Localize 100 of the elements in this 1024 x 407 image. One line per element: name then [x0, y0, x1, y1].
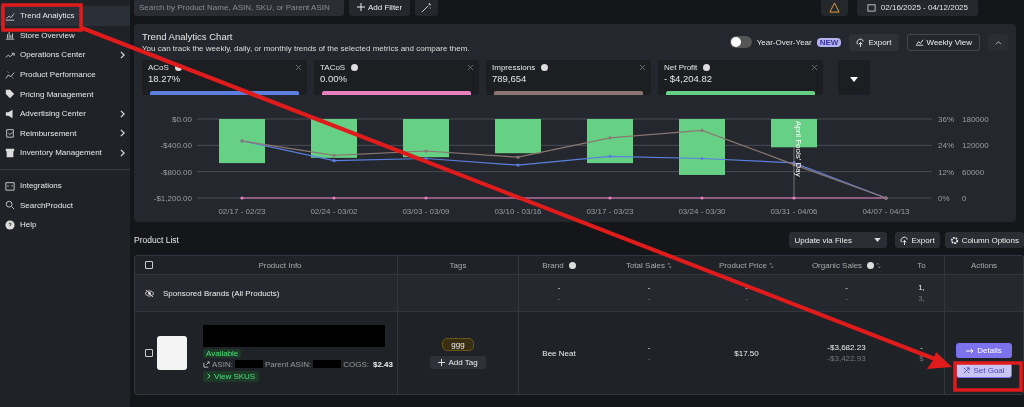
weekly-view-button[interactable]: Weekly View — [906, 33, 980, 51]
bar-chart-icon — [5, 30, 15, 41]
table-cell: 1, — [918, 283, 925, 292]
table-cell: - — [745, 283, 748, 292]
update-select[interactable]: Update via Files — [788, 232, 887, 248]
table-cell: - — [647, 354, 651, 363]
column-header: Product Info — [258, 260, 302, 270]
table-cell: - — [845, 283, 848, 292]
sidebar-item[interactable]: Pricing Management — [0, 84, 130, 104]
product-photo-placeholder — [157, 336, 187, 370]
table-cell: $17.50 — [734, 348, 759, 358]
close-icon[interactable] — [468, 65, 473, 70]
trend-icon — [5, 50, 15, 60]
sidebar-item[interactable]: Inventory Management — [0, 143, 130, 163]
table-cell: - — [557, 294, 561, 303]
bar — [495, 119, 541, 154]
axis-label: -$1,200.00 — [153, 194, 192, 203]
info-icon — [351, 64, 359, 71]
info-icon — [541, 64, 549, 71]
sidebar-item[interactable]: SearchProduct — [0, 195, 130, 215]
sort-icon[interactable] — [876, 261, 882, 269]
clipboard-icon — [5, 128, 15, 139]
add-filter-button[interactable]: Add Filter — [349, 0, 411, 16]
column-header[interactable]: Organic Sales — [811, 260, 863, 270]
column-header[interactable]: Total Sales — [625, 260, 666, 270]
search-icon — [5, 200, 15, 211]
details-button[interactable]: Details — [956, 343, 1012, 358]
table-cell: -$3,422.93 — [827, 354, 866, 363]
sidebar-item[interactable]: Operations Center — [0, 45, 130, 65]
sidebar-item[interactable]: Integrations — [0, 175, 130, 196]
bar — [587, 119, 633, 164]
column-options-button[interactable]: Column Options — [944, 232, 1024, 248]
plus-icon — [438, 358, 446, 366]
section-title: Product List — [134, 235, 179, 245]
checkbox[interactable] — [145, 349, 153, 357]
axis-label: 03/10 - 03/16 — [494, 207, 542, 216]
add-tag-button[interactable]: Add Tag — [430, 355, 486, 369]
bar — [219, 119, 265, 164]
view-skus-button[interactable]: View SKUS — [203, 370, 260, 382]
sparkle-icon — [5, 69, 15, 80]
sidebar-item[interactable]: Advertising Center — [0, 103, 130, 124]
close-icon[interactable] — [640, 65, 645, 70]
table-cell: - — [920, 343, 923, 352]
tag-icon — [5, 89, 15, 100]
table-cell: - — [647, 294, 651, 303]
warning-icon — [828, 1, 840, 13]
axis-label: 03/03 - 03/09 — [402, 207, 450, 216]
metric-label: ACoS — [148, 63, 169, 72]
search-field[interactable]: Search by Product Name, ASIN, SKU, or Parent ASIN — [134, 0, 344, 16]
date-range-picker[interactable]: 02/16/2025 - 04/12/2025 — [856, 0, 978, 16]
magic-wand-button[interactable] — [415, 0, 439, 16]
axis-label: 02/24 - 03/02 — [310, 207, 358, 216]
caret-icon — [850, 77, 858, 82]
code-icon — [5, 180, 15, 191]
axis-label: 03/17 - 03/23 — [586, 207, 634, 216]
sidebar-item[interactable]: Product Performance — [0, 64, 130, 85]
table-cell: Bee Neat — [542, 348, 576, 358]
sidebar-item[interactable]: Help — [0, 214, 130, 235]
dropdown-button[interactable] — [838, 60, 870, 95]
archive-icon — [5, 147, 15, 158]
sort-icon[interactable] — [769, 261, 774, 269]
metric-card[interactable]: Impressions 789,654 — [486, 60, 651, 95]
metric-value: - $4,204.82 — [664, 73, 714, 84]
table-cell: - — [647, 343, 651, 352]
highlight-frame — [953, 361, 1023, 392]
axis-label: 04/07 - 04/13 — [862, 207, 910, 216]
help-icon — [5, 219, 15, 230]
metric-card[interactable]: TACoS 0.00% — [314, 60, 479, 95]
axis-label: 180000 — [962, 115, 989, 124]
chart-icon — [5, 10, 15, 21]
table-cell: $ — [919, 354, 924, 363]
metric-card[interactable]: Net Profit - $4,204.82 — [658, 60, 823, 95]
sidebar-item[interactable]: Store Overview — [0, 25, 130, 46]
export-button[interactable]: Export — [894, 232, 940, 248]
sort-icon[interactable] — [667, 261, 673, 269]
close-icon[interactable] — [296, 65, 301, 70]
column-header[interactable]: Product Price — [719, 260, 767, 270]
sidebar-item[interactable]: Reimbursement — [0, 123, 130, 144]
axis-label: -$400.00 — [160, 141, 192, 151]
export-button[interactable]: Export — [849, 33, 899, 51]
close-icon[interactable] — [812, 65, 817, 70]
table-cell: 3, — [918, 294, 925, 303]
axis-label: 02/17 - 02/23 — [218, 207, 266, 216]
axis-label: 12% — [938, 167, 954, 177]
axis-label: 120000 — [962, 141, 989, 151]
arrow-right-icon — [966, 347, 975, 354]
external-link-icon[interactable] — [203, 360, 210, 368]
cogs-label: COGS: — [343, 359, 369, 369]
asin-label: ASIN: — [212, 359, 233, 369]
tag-chip[interactable]: ggg — [442, 337, 474, 351]
calendar-icon — [866, 2, 876, 12]
metric-value: 18.27% — [148, 73, 182, 84]
column-header: To — [917, 260, 926, 270]
metric-card[interactable]: ACoS 18.27% — [142, 60, 307, 95]
gear-icon — [949, 235, 959, 245]
table-cell: - — [647, 283, 651, 292]
checkbox[interactable] — [145, 261, 153, 269]
toggle-label: Year-Over-Year — [756, 37, 812, 47]
warning-button[interactable] — [820, 0, 848, 16]
year-over-year-toggle[interactable] — [729, 36, 752, 48]
